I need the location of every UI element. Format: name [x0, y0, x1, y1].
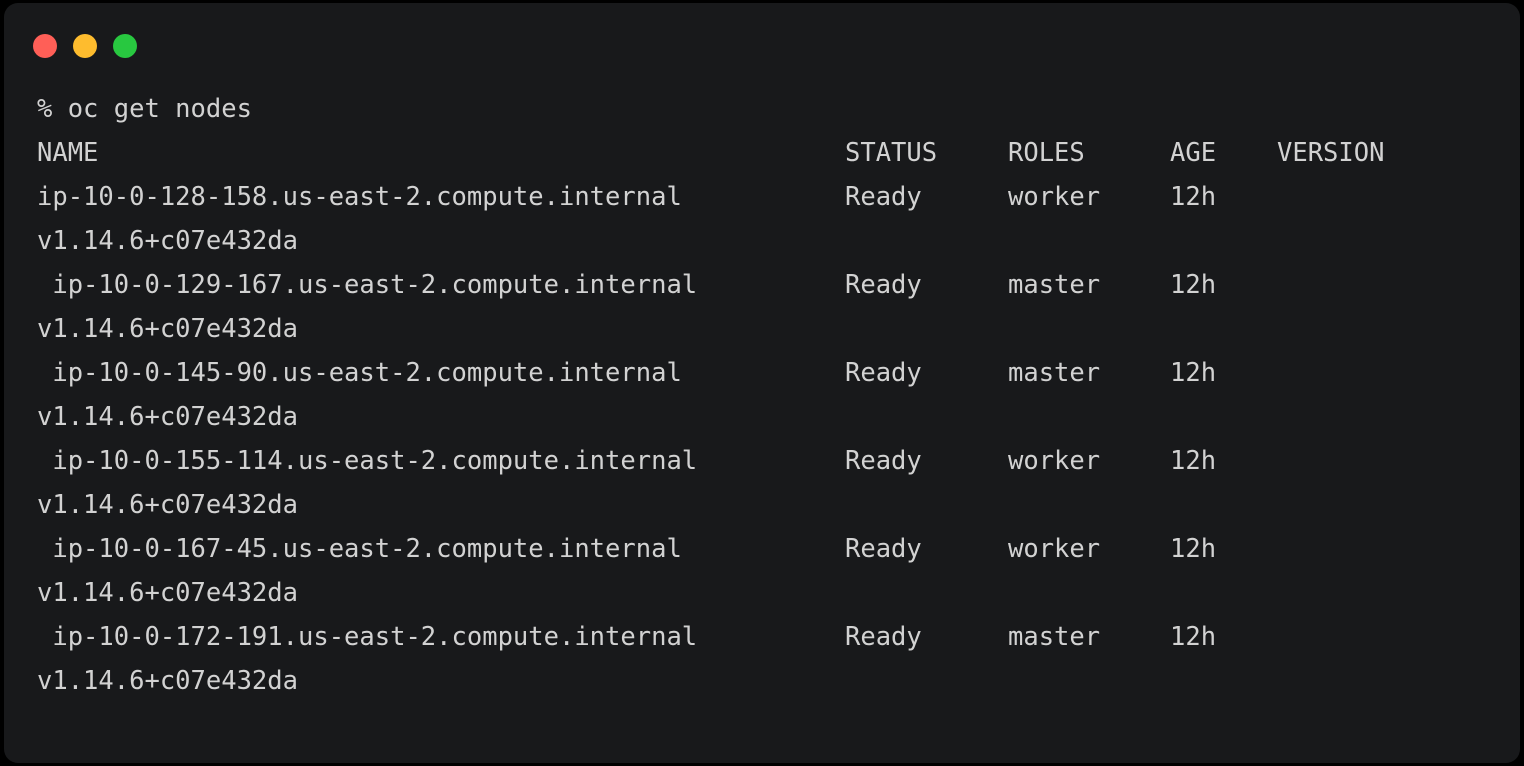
maximize-window-button[interactable] [113, 34, 137, 58]
node-roles-cell: worker [1008, 182, 1101, 212]
column-header-name: NAME [37, 138, 99, 168]
node-age-cell: 12h [1170, 182, 1217, 212]
minimize-window-button[interactable] [73, 34, 97, 58]
node-age-cell: 12h [1170, 534, 1217, 564]
node-version-cell: v1.14.6+c07e432da [37, 490, 298, 520]
node-version-cell: v1.14.6+c07e432da [37, 578, 298, 608]
node-version-cell: v1.14.6+c07e432da [37, 226, 298, 256]
node-roles-cell: master [1008, 358, 1101, 388]
node-roles-cell: worker [1008, 446, 1101, 476]
node-age-cell: 12h [1170, 358, 1217, 388]
node-name-cell: ip-10-0-129-167.us-east-2.compute.intern… [37, 270, 698, 300]
node-name-cell: ip-10-0-172-191.us-east-2.compute.intern… [37, 622, 698, 652]
node-status-cell: Ready [845, 622, 922, 652]
node-roles-cell: master [1008, 270, 1101, 300]
node-age-cell: 12h [1170, 446, 1217, 476]
node-name-cell: ip-10-0-128-158.us-east-2.compute.intern… [37, 182, 682, 212]
terminal-titlebar[interactable] [4, 3, 1520, 81]
node-status-cell: Ready [845, 270, 922, 300]
node-roles-cell: worker [1008, 534, 1101, 564]
column-header-roles: ROLES [1008, 138, 1085, 168]
node-age-cell: 12h [1170, 270, 1217, 300]
node-status-cell: Ready [845, 358, 922, 388]
column-header-version: VERSION [1277, 138, 1385, 168]
terminal-output-area[interactable]: % oc get nodes NAME STATUS ROLES AGE VERSION i… [4, 81, 1520, 763]
node-age-cell: 12h [1170, 622, 1217, 652]
node-roles-cell: master [1008, 622, 1101, 652]
prompt-command-text: % oc get nodes [37, 94, 252, 124]
traffic-lights-group [33, 34, 137, 58]
node-version-cell: v1.14.6+c07e432da [37, 402, 298, 432]
terminal-window: % oc get nodes NAME STATUS ROLES AGE VERSION i… [4, 3, 1520, 763]
node-status-cell: Ready [845, 182, 922, 212]
node-version-cell: v1.14.6+c07e432da [37, 314, 298, 344]
column-header-status: STATUS [845, 138, 938, 168]
node-status-cell: Ready [845, 446, 922, 476]
node-status-cell: Ready [845, 534, 922, 564]
node-name-cell: ip-10-0-155-114.us-east-2.compute.intern… [37, 446, 698, 476]
close-window-button[interactable] [33, 34, 57, 58]
column-header-age: AGE [1170, 138, 1217, 168]
node-version-cell: v1.14.6+c07e432da [37, 666, 298, 696]
node-name-cell: ip-10-0-145-90.us-east-2.compute.interna… [37, 358, 682, 388]
node-name-cell: ip-10-0-167-45.us-east-2.compute.interna… [37, 534, 682, 564]
